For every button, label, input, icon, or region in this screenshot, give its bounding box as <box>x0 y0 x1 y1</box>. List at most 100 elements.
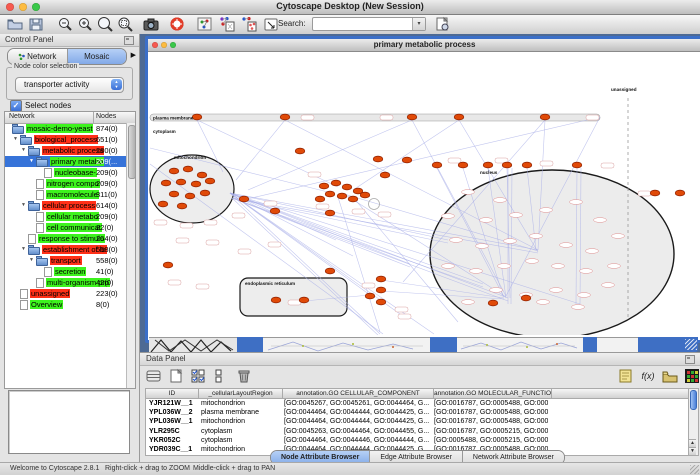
table-cell[interactable]: [GO:0044464, GO:0044444, GO:0044425, G..… <box>281 417 431 426</box>
node-color-combobox[interactable]: transporter activity ▲▼ <box>15 77 124 93</box>
network-node[interactable] <box>380 172 390 178</box>
notes-icon[interactable] <box>618 368 634 384</box>
network-edge[interactable] <box>230 193 353 256</box>
mitochondrion-region[interactable] <box>150 155 234 223</box>
tree-scrollbar[interactable] <box>126 123 135 388</box>
expand-arrow-icon[interactable]: ▼ <box>21 200 28 211</box>
tab-network[interactable]: Network <box>8 49 68 64</box>
table-cell[interactable]: plasma membrane <box>198 408 281 417</box>
table-cell[interactable]: cytoplasm <box>198 427 281 436</box>
function-builder-icon[interactable]: f(x) <box>640 368 656 384</box>
scroll-up-icon[interactable]: ▲ <box>689 439 696 447</box>
window-resize-grip[interactable] <box>690 465 699 474</box>
advanced-search-icon[interactable] <box>434 16 452 32</box>
table-row[interactable]: YPL036W__2plasma membrane[GO:0044464, GO… <box>146 408 689 417</box>
tree-item[interactable]: nucleobase-209(0) <box>5 167 135 178</box>
background-window-border[interactable] <box>430 337 457 352</box>
tree-item[interactable]: ▼metabolic process280(0) <box>5 145 135 156</box>
import-attributes-icon[interactable] <box>662 368 678 384</box>
tree-item[interactable]: Overview8(0) <box>5 299 135 310</box>
table-cell[interactable]: YKR052C <box>146 436 198 445</box>
column-header[interactable]: ID <box>146 389 199 399</box>
zoom-out-icon[interactable] <box>56 16 74 32</box>
network-node[interactable] <box>325 210 335 216</box>
network-node[interactable] <box>158 201 168 207</box>
network-node[interactable] <box>650 190 660 196</box>
table-cell[interactable]: YLR295C <box>146 427 198 436</box>
network-node[interactable] <box>348 196 358 202</box>
network-node[interactable] <box>540 114 550 120</box>
table-cell[interactable]: [GO:0016787, GO:0005488, GO:0005215, G..… <box>431 417 548 426</box>
background-window-fragment[interactable] <box>597 337 638 353</box>
network-node[interactable] <box>205 178 215 184</box>
table-cell[interactable]: mitochondrion <box>198 399 281 408</box>
birds-eye-view[interactable] <box>8 390 130 454</box>
network-node[interactable] <box>163 262 173 268</box>
background-window-fragment[interactable] <box>457 337 583 353</box>
network-node[interactable] <box>458 162 468 168</box>
network-node[interactable] <box>192 114 202 120</box>
unselect-attributes-icon[interactable] <box>212 368 228 384</box>
network-node[interactable] <box>376 299 386 305</box>
scroll-down-icon[interactable]: ▼ <box>689 447 696 455</box>
network-node[interactable] <box>337 193 347 199</box>
network-node[interactable] <box>299 297 309 303</box>
network-node[interactable] <box>483 162 493 168</box>
network-node[interactable] <box>185 193 195 199</box>
network-node[interactable] <box>407 114 417 120</box>
tree-item[interactable]: secretion41(0) <box>5 266 135 277</box>
tree-item[interactable]: response to stimulu264(0) <box>5 233 135 244</box>
snapshot-icon[interactable] <box>142 16 160 32</box>
table-scrollbar[interactable]: ▲ ▼ <box>688 388 699 456</box>
table-cell[interactable]: [GO:0016787, GO:0005488, GO:0005215, G..… <box>431 408 548 417</box>
table-cell[interactable]: YJR121W__1 <box>146 399 198 408</box>
background-window-fragment[interactable] <box>263 337 430 353</box>
save-icon[interactable] <box>27 16 45 32</box>
network-node[interactable] <box>280 114 290 120</box>
network-node[interactable] <box>502 162 512 168</box>
network-node[interactable] <box>315 196 325 202</box>
tree-item[interactable]: ▼transport558(0) <box>5 255 135 266</box>
network-node[interactable] <box>365 293 375 299</box>
tree-item[interactable]: ▼establishment of lo558(0) <box>5 244 135 255</box>
network-node[interactable] <box>454 114 464 120</box>
column-header[interactable]: annotation.GO CELLULAR_COMPONENT <box>283 389 434 399</box>
column-header[interactable]: _cellularLayoutRegion <box>199 389 283 399</box>
table-cell[interactable]: [GO:0045263, GO:0044464, GO:0044455, G..… <box>281 427 431 436</box>
tree-item[interactable]: multi-organism pro42(0) <box>5 277 135 288</box>
network-from-selection-icon[interactable] <box>196 16 214 32</box>
network-frame-titlebar[interactable]: primary metabolic process <box>148 39 700 52</box>
network-node[interactable] <box>331 180 341 186</box>
network-node[interactable] <box>183 166 193 172</box>
network-canvas[interactable]: plasma membranecytoplasmmitochondrionnuc… <box>148 52 692 335</box>
tree-item[interactable]: unassigned223(0) <box>5 288 135 299</box>
tab-mosaic[interactable]: Mosaic <box>68 49 127 64</box>
network-node[interactable] <box>360 192 370 198</box>
table-row[interactable]: YKR052Ccytoplasm[GO:0044464, GO:0044446,… <box>146 436 689 445</box>
network-node[interactable] <box>402 157 412 163</box>
search-dropdown-icon[interactable]: ▾ <box>412 18 425 30</box>
network-node[interactable] <box>432 162 442 168</box>
float-panel-icon[interactable] <box>685 355 695 364</box>
attribute-table-icon[interactable] <box>146 368 162 384</box>
zoom-in-icon[interactable] <box>76 16 94 32</box>
table-cell[interactable]: [GO:0016787, GO:0005215, GO:0003824, G..… <box>431 427 548 436</box>
tree-item[interactable]: cell communicat22(0) <box>5 222 135 233</box>
expand-arrow-icon[interactable]: ▼ <box>13 134 20 145</box>
network-node[interactable] <box>342 184 352 190</box>
table-cell[interactable]: YPL036W__1 <box>146 417 198 426</box>
frame-resize-corner[interactable] <box>638 337 698 352</box>
table-cell[interactable]: [GO:0044464, GO:0044444, GO:0044425, G..… <box>281 408 431 417</box>
tree-item[interactable]: mosaic-demo-yeast874(0) <box>5 123 135 134</box>
network-node[interactable] <box>161 180 171 186</box>
nodes-column-header[interactable]: Nodes <box>96 113 116 120</box>
tree-scrollbar-thumb[interactable] <box>128 125 136 179</box>
select-attributes-icon[interactable] <box>190 368 206 384</box>
tree-item[interactable]: ▼biological_process651(0) <box>5 134 135 145</box>
plasma-membrane-region[interactable] <box>150 114 600 121</box>
network-node[interactable] <box>295 148 305 154</box>
network-node[interactable] <box>176 179 186 185</box>
network-node[interactable] <box>325 191 335 197</box>
zoom-fit-icon[interactable] <box>96 16 114 32</box>
help-icon[interactable] <box>168 16 186 32</box>
